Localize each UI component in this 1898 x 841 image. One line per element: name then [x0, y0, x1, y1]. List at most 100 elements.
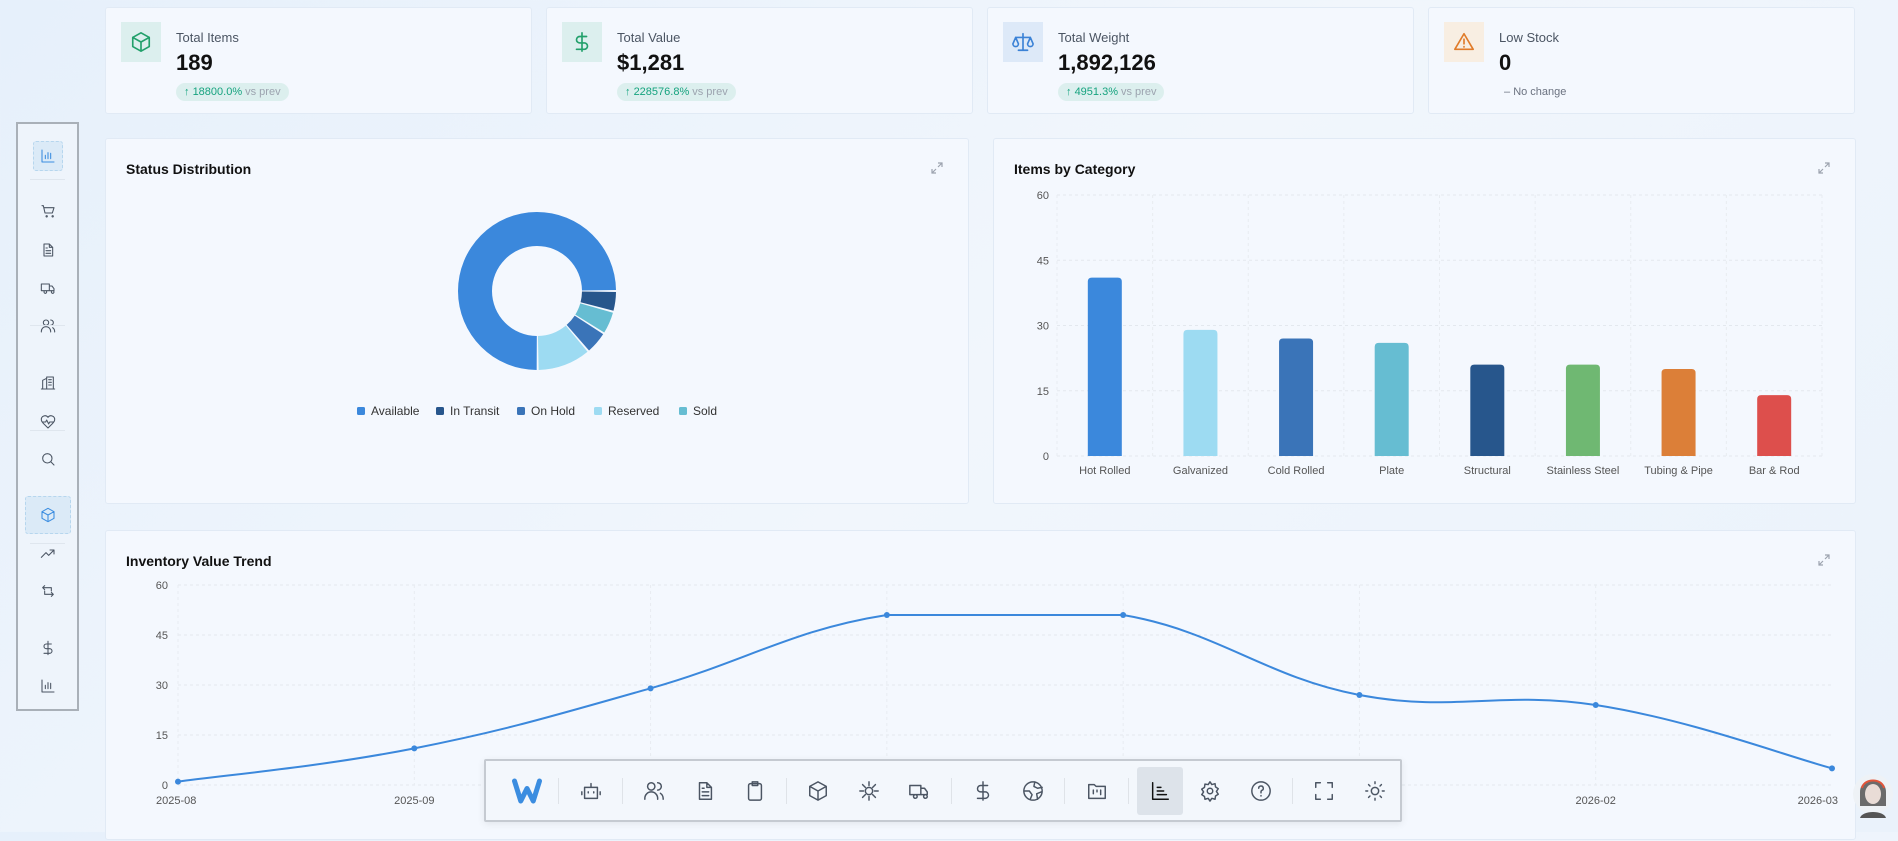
toolbar-clipboard-button[interactable]: [732, 767, 778, 815]
stat-label: Total Value: [617, 30, 681, 45]
change-suffix: vs prev: [1121, 86, 1157, 98]
sidebar-item-repeat[interactable]: [33, 576, 63, 606]
sidebar-item-search[interactable]: [33, 444, 63, 474]
avatar[interactable]: [1852, 762, 1894, 826]
stat-icon-box: [1444, 22, 1484, 62]
toolbar-divider: [1292, 777, 1294, 804]
toolbar-users-button[interactable]: [631, 767, 677, 815]
stat-card: Total Weight 1,892,126 ↑ 4951.3% vs prev: [987, 7, 1414, 114]
toolbar-package-button[interactable]: [795, 767, 841, 815]
bar-hot-rolled: [1087, 277, 1122, 456]
toolbar-settings-cog-button[interactable]: [846, 767, 892, 815]
bar-cold-rolled: [1279, 338, 1314, 456]
sidebar-item-users[interactable]: [33, 311, 63, 341]
change-suffix: vs prev: [245, 86, 281, 98]
stat-icon-box: [1003, 22, 1043, 62]
y-tick-label: 60: [1037, 190, 1049, 202]
data-point: [1829, 765, 1835, 772]
sidebar-item-bar-chart[interactable]: [32, 141, 63, 171]
package-icon: [809, 780, 828, 801]
help-icon: [1251, 780, 1271, 801]
stat-icon-box: [562, 22, 602, 62]
toolbar-truck-button[interactable]: [896, 767, 942, 815]
sidebar-item-package[interactable]: [24, 496, 71, 534]
sun-icon: [1364, 780, 1385, 801]
logo-icon: [512, 778, 543, 803]
x-tick-label: 2026-03: [1798, 795, 1838, 807]
x-tick-label: Cold Rolled: [1268, 465, 1325, 477]
sidebar-item-truck[interactable]: [33, 273, 63, 303]
package-icon: [40, 507, 55, 523]
y-tick-label: 15: [1037, 386, 1049, 398]
toolbar-file-text-button[interactable]: [681, 767, 727, 815]
bar-tubing-pipe: [1661, 369, 1696, 456]
sidebar-item-dollar[interactable]: [33, 633, 63, 663]
stat-change-badge: ↑ 228576.8% vs prev: [617, 83, 736, 101]
data-point: [1120, 612, 1127, 618]
toolbar-divider: [621, 777, 623, 804]
x-tick-label: Plate: [1379, 465, 1404, 477]
building-icon: [40, 376, 55, 390]
toolbar-divider: [1127, 777, 1129, 804]
x-tick-label: Hot Rolled: [1079, 465, 1130, 477]
toolbar-help-button[interactable]: [1238, 767, 1284, 815]
stat-card: Low Stock 0 – No change: [1428, 7, 1855, 114]
toolbar-globe-button[interactable]: [1010, 767, 1056, 815]
gear-icon: [1201, 780, 1220, 802]
sidebar-item-cart[interactable]: [33, 196, 63, 226]
stat-value: 0: [1499, 50, 1512, 75]
truck-icon: [909, 784, 929, 799]
bar-galvanized: [1183, 329, 1218, 456]
stat-change-badge: ↑ 18800.0% vs prev: [176, 83, 289, 101]
bar-stainless-steel: [1565, 364, 1600, 456]
y-tick-label: 0: [1043, 451, 1049, 463]
toolbar-sun-button[interactable]: [1352, 767, 1398, 815]
x-tick-label: Structural: [1464, 465, 1511, 477]
toolbar-gear-button[interactable]: [1187, 767, 1233, 815]
sidebar-item-file-text[interactable]: [33, 235, 63, 265]
toolbar-fullscreen-button[interactable]: [1301, 767, 1347, 815]
x-tick-label: Bar & Rod: [1749, 465, 1800, 477]
stat-value: $1,281: [617, 50, 685, 75]
donut-chart: Available In Transit On Hold Reserved Sold: [357, 212, 717, 418]
warning-icon: [1454, 32, 1474, 51]
x-tick-label: 2026-02: [1576, 795, 1616, 807]
items-by-category-panel: Items by Category 0 15 30 45 60 Hot Rolled Gal…: [993, 138, 1856, 504]
toolbar-divider: [950, 777, 952, 804]
bar-chart-icon: [40, 679, 55, 693]
toolbar-logo-button[interactable]: [504, 767, 550, 815]
y-tick-label: 45: [1037, 255, 1049, 267]
change-value: 18800.0%: [192, 86, 243, 98]
y-tick-label: 30: [156, 680, 168, 692]
sidebar-item-building[interactable]: [33, 368, 63, 398]
toolbar-chart-button[interactable]: [1136, 766, 1184, 815]
y-tick-label: 60: [156, 580, 168, 592]
sidebar: [16, 122, 79, 711]
legend-label: Reserved: [608, 404, 659, 418]
legend-swatch: [517, 407, 525, 415]
sidebar-item-bar-chart[interactable]: [33, 671, 63, 701]
toolbar-bot-button[interactable]: [567, 767, 613, 815]
data-point: [647, 685, 654, 692]
dollar-icon: [575, 32, 589, 52]
legend-label: On Hold: [531, 404, 575, 418]
bot-icon: [580, 782, 601, 799]
toolbar-folder-kanban-button[interactable]: [1073, 767, 1119, 815]
legend-swatch: [679, 407, 687, 415]
sidebar-item-heart-pulse[interactable]: [33, 407, 63, 437]
folder-kanban-icon: [1087, 783, 1106, 799]
toolbar-dollar-button[interactable]: [960, 767, 1006, 815]
arrow-up-icon: ↑: [625, 86, 631, 98]
bar-plate: [1374, 342, 1409, 456]
x-tick-label: Galvanized: [1173, 465, 1228, 477]
change-value: 4951.3%: [1074, 86, 1118, 98]
stat-change-badge: ↑ 4951.3% vs prev: [1058, 83, 1165, 101]
trending-up-icon: [40, 549, 55, 558]
y-tick-label: 45: [156, 630, 168, 642]
bottom-toolbar: [484, 759, 1402, 822]
stat-value: 1,892,126: [1058, 50, 1156, 75]
file-text-icon: [698, 781, 712, 800]
legend-swatch: [594, 407, 602, 415]
stat-no-change: – No change: [1504, 86, 1566, 98]
trend-line: [177, 614, 1833, 783]
